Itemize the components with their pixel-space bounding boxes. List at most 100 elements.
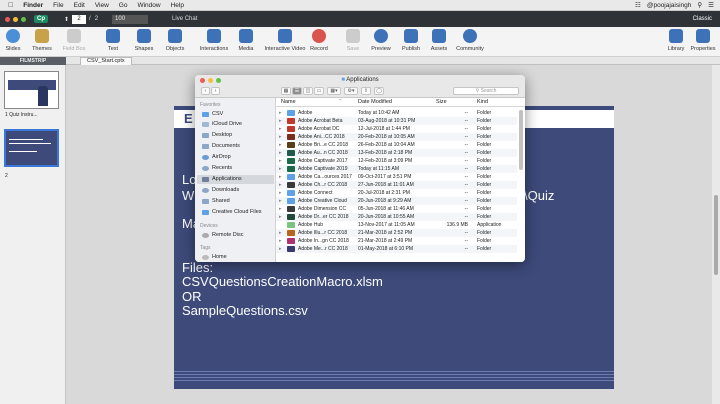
column-header-kind[interactable]: Kind bbox=[477, 99, 488, 105]
table-row[interactable]: ▸ Adobe Today at 10:42 AM -- Folder bbox=[276, 109, 517, 117]
sidebar-item-shared[interactable]: Shared bbox=[197, 197, 274, 206]
disclosure-triangle-icon[interactable]: ▸ bbox=[279, 181, 282, 189]
arrow-up-icon[interactable]: ⬆ bbox=[64, 16, 69, 23]
menu-go[interactable]: Go bbox=[119, 2, 128, 9]
list-icon[interactable]: ☰ bbox=[708, 1, 714, 9]
disclosure-triangle-icon[interactable]: ▸ bbox=[279, 229, 282, 237]
finder-zoom-icon[interactable] bbox=[216, 77, 221, 83]
minimize-window-icon[interactable] bbox=[13, 16, 18, 22]
table-row[interactable]: ▸ Adobe Captivate 2017 12-Feb-2018 at 3:09… bbox=[276, 157, 517, 165]
sidebar-item-icloud-drive[interactable]: iCloud Drive bbox=[197, 120, 274, 129]
disclosure-triangle-icon[interactable]: ▸ bbox=[279, 141, 282, 149]
table-row[interactable]: ▸ Adobe Creative Cloud 20-Jun-2018 at 9:29… bbox=[276, 197, 517, 205]
forward-icon[interactable]: › bbox=[211, 87, 220, 95]
disclosure-triangle-icon[interactable]: ▸ bbox=[279, 197, 282, 205]
icon-view-icon[interactable]: ▦ bbox=[281, 87, 291, 95]
finder-minimize-icon[interactable] bbox=[208, 77, 213, 83]
objects-button[interactable]: Objects bbox=[155, 29, 195, 52]
disclosure-triangle-icon[interactable]: ▸ bbox=[279, 245, 282, 253]
menu-help[interactable]: Help bbox=[171, 2, 184, 9]
table-row[interactable]: ▸ Adobe Au...n CC 2018 13-Feb-2018 at 2:18… bbox=[276, 149, 517, 157]
table-row[interactable]: ▸ Adobe Dimension CC 05-Jun-2018 at 11:46 … bbox=[276, 205, 517, 213]
zoom-select[interactable]: 100 bbox=[112, 14, 149, 24]
file-kind: Folder bbox=[477, 246, 492, 252]
disclosure-triangle-icon[interactable]: ▸ bbox=[279, 237, 282, 245]
media-button[interactable]: Media bbox=[226, 29, 266, 52]
sidebar-item-applications[interactable]: Applications bbox=[197, 175, 274, 184]
sidebar-item-creative-cloud-files[interactable]: Creative Cloud Files bbox=[197, 208, 274, 217]
spotlight-icon[interactable]: ⚲ bbox=[697, 1, 702, 9]
wifi-icon[interactable]: ☷ bbox=[635, 1, 641, 9]
disclosure-triangle-icon[interactable]: ▸ bbox=[279, 109, 282, 117]
table-row[interactable]: ▸ Adobe Ani...CC 2018 20-Feb-2018 at 10:05… bbox=[276, 133, 517, 141]
stage-scroll-thumb[interactable] bbox=[714, 195, 718, 275]
table-row[interactable]: ▸ Adobe Dr...er CC 2018 20-Jun-2018 at 10:… bbox=[276, 213, 517, 221]
column-header-date-modified[interactable]: Date Modified bbox=[358, 99, 392, 105]
disclosure-triangle-icon[interactable]: ▸ bbox=[279, 125, 282, 133]
disclosure-triangle-icon[interactable]: ▸ bbox=[279, 149, 282, 157]
table-row[interactable]: ▸Adobe Hub13-Nov-2017 at 11:05 AM136.9 M… bbox=[276, 221, 517, 229]
stage-scrollbar[interactable] bbox=[712, 65, 720, 404]
user-name[interactable]: @poojajaisingh bbox=[647, 2, 692, 9]
file-list-scrollbar[interactable] bbox=[519, 110, 523, 170]
disclosure-triangle-icon[interactable]: ▸ bbox=[279, 213, 282, 221]
column-header-name[interactable]: Name bbox=[281, 99, 296, 105]
sidebar-item-downloads[interactable]: Downloads bbox=[197, 186, 274, 195]
share-icon[interactable]: ⇧ bbox=[361, 87, 371, 95]
menu-app-finder[interactable]: Finder bbox=[23, 2, 43, 9]
table-row[interactable]: ▸ Adobe Ca...ources 2017 09-Oct-2017 at 3:… bbox=[276, 173, 517, 181]
zoom-window-icon[interactable] bbox=[21, 16, 26, 22]
finder-close-icon[interactable] bbox=[200, 77, 205, 83]
page-current-field[interactable]: 2 bbox=[72, 14, 87, 24]
list-view-icon[interactable]: ☰ bbox=[292, 87, 302, 95]
table-row[interactable]: ▸ Adobe Acrobat Beta 03-Aug-2018 at 10:31 … bbox=[276, 117, 517, 125]
table-row[interactable]: ▸ Adobe Bri...e CC 2018 26-Feb-2018 at 10:… bbox=[276, 141, 517, 149]
tab-document[interactable]: CSV_Start.cptx bbox=[80, 57, 132, 65]
table-row[interactable]: ▸ Adobe Acrobat DC 12-Jul-2018 at 1:44 PM -… bbox=[276, 125, 517, 133]
menu-view[interactable]: View bbox=[95, 2, 109, 9]
sidebar-item-airdrop[interactable]: AirDrop bbox=[197, 153, 274, 162]
gallery-view-icon[interactable]: ▭ bbox=[314, 87, 324, 95]
community-button[interactable]: Community bbox=[448, 29, 492, 52]
disclosure-triangle-icon[interactable]: ▸ bbox=[279, 165, 282, 173]
finder-titlebar[interactable]: ■ Applications bbox=[195, 75, 525, 85]
menu-file[interactable]: File bbox=[53, 2, 63, 9]
sidebar-item-home[interactable]: Home bbox=[197, 253, 274, 262]
tags-header: Tags bbox=[200, 245, 211, 251]
sidebar-item-remote-disc[interactable]: Remote Disc bbox=[197, 231, 274, 240]
table-row[interactable]: ▸ Adobe Illu...r CC 2018 21-Mar-2018 at 2:… bbox=[276, 229, 517, 237]
disclosure-triangle-icon[interactable]: ▸ bbox=[279, 189, 282, 197]
properties-button[interactable]: Properties bbox=[683, 29, 720, 52]
action-gear-icon[interactable]: ⚙▾ bbox=[344, 87, 358, 95]
table-row[interactable]: ▸ Adobe Connect 20-Jul-2018 at 2:31 PM -- Fo… bbox=[276, 189, 517, 197]
sidebar-item-recents[interactable]: Recents bbox=[197, 164, 274, 173]
table-row[interactable]: ▸ Adobe Captivate 2019 Today at 11:15 AM --… bbox=[276, 165, 517, 173]
column-view-icon[interactable]: ◫ bbox=[303, 87, 313, 95]
search-input[interactable]: ⚲ Search bbox=[453, 87, 519, 95]
column-header-size[interactable]: Size bbox=[436, 99, 447, 105]
disclosure-triangle-icon[interactable]: ▸ bbox=[279, 117, 282, 125]
group-by-icon[interactable]: ▦▾ bbox=[327, 87, 341, 95]
back-icon[interactable]: ‹ bbox=[201, 87, 210, 95]
table-row[interactable]: ▸ Adobe Ch...r CC 2018 27-Jun-2018 at 11:0… bbox=[276, 181, 517, 189]
slide-thumbnail-1[interactable] bbox=[4, 71, 59, 109]
table-row[interactable]: ▸ Adobe Me...r CC 2018 01-May-2018 at 6:10… bbox=[276, 245, 517, 253]
file-name: Adobe Dimension CC bbox=[298, 206, 347, 212]
disclosure-triangle-icon[interactable]: ▸ bbox=[279, 205, 282, 213]
sidebar-item-csv[interactable]: CSV bbox=[197, 110, 274, 119]
tag-icon[interactable]: ◯ bbox=[374, 87, 384, 95]
sidebar-item-desktop[interactable]: Desktop bbox=[197, 131, 274, 140]
disclosure-triangle-icon[interactable]: ▸ bbox=[279, 173, 282, 181]
close-window-icon[interactable] bbox=[5, 16, 10, 22]
menu-edit[interactable]: Edit bbox=[74, 2, 85, 9]
table-row[interactable]: ▸ Adobe In...gn CC 2018 21-Mar-2018 at 2:4… bbox=[276, 237, 517, 245]
slide-thumbnail-2[interactable] bbox=[4, 129, 59, 167]
menu-window[interactable]: Window bbox=[137, 2, 160, 9]
field-box-button[interactable]: Field Box bbox=[54, 29, 94, 52]
sidebar-item-documents[interactable]: Documents bbox=[197, 142, 274, 151]
view-mode-select[interactable]: Classic bbox=[693, 16, 712, 22]
mode-label[interactable]: Live Chat bbox=[172, 16, 197, 22]
apple-icon[interactable]:  bbox=[8, 2, 13, 9]
disclosure-triangle-icon[interactable]: ▸ bbox=[279, 157, 282, 165]
disclosure-triangle-icon[interactable]: ▸ bbox=[279, 133, 282, 141]
